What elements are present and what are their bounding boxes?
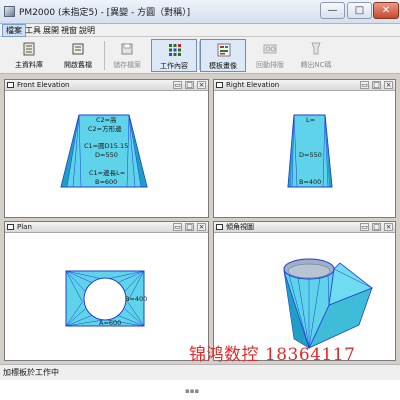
- minimize-button[interactable]: —: [320, 2, 345, 19]
- main-database-label: 主資料庫: [15, 61, 43, 69]
- save-icon: [121, 43, 133, 55]
- front-label-top: C2=高: [96, 115, 117, 124]
- save-file-button[interactable]: 儲存檔案: [104, 39, 150, 72]
- front-elevation-titlebar: Front Elevation ▭ □ ×: [5, 80, 208, 91]
- right-label-bottom: B=400: [299, 178, 321, 186]
- right-elevation-drawing: L= D=550 B=400: [287, 114, 333, 188]
- menu-help[interactable]: 說明: [76, 24, 98, 37]
- open-file-button[interactable]: 開啟舊檔: [55, 39, 101, 72]
- template-icon: [217, 43, 231, 57]
- nc-export-icon: [311, 42, 321, 55]
- view-window-icon: [7, 82, 14, 88]
- plan-drawing: B=400 A=600: [65, 270, 147, 327]
- child-close-button[interactable]: ×: [197, 81, 206, 89]
- iso-view-shape: [283, 258, 373, 350]
- nc-export-label: 轉出NC碼: [300, 61, 332, 69]
- status-bar: 加標板於工作中: [0, 364, 400, 380]
- plan-window[interactable]: Plan ▭ □ × B=400 A=600: [4, 221, 209, 361]
- right-elevation-title: Right Elevation: [226, 81, 280, 89]
- window-title: PM2000 (未指定5) - [異變 - 方圓（對稱）]: [19, 8, 191, 18]
- view-window-icon: [216, 82, 223, 88]
- template-button[interactable]: 模板畫像: [200, 39, 246, 72]
- child-maximize-button[interactable]: □: [372, 223, 381, 231]
- title-bar: PM2000 (未指定5) - [異變 - 方圓（對稱）] — □ ✕: [0, 0, 400, 24]
- template-label: 模板畫像: [209, 62, 237, 70]
- right-label-mid: D=550: [299, 151, 322, 159]
- bottom-area: [0, 380, 400, 400]
- status-text: 加標板於工作中: [3, 368, 59, 377]
- app-icon: [4, 6, 15, 17]
- child-minimize-button[interactable]: ▭: [173, 223, 182, 231]
- iso-view-title: 傾角視圖: [226, 223, 254, 231]
- plan-label-right: B=400: [125, 295, 147, 303]
- save-file-label: 儲存檔案: [113, 61, 141, 69]
- front-label-mid1: C1=圓D15.15: [84, 142, 128, 150]
- view-window-icon: [216, 224, 223, 230]
- child-maximize-button[interactable]: □: [185, 81, 194, 89]
- app-window: PM2000 (未指定5) - [異變 - 方圓（對稱）] — □ ✕ 檔案 工…: [0, 0, 400, 400]
- plan-title: Plan: [17, 223, 32, 231]
- child-close-button[interactable]: ×: [384, 81, 393, 89]
- nesting-icon: [263, 44, 277, 54]
- close-button[interactable]: ✕: [373, 2, 399, 19]
- work-content-icon: [169, 44, 181, 56]
- watermark-text: 锦鸿数控 18364117: [189, 345, 356, 365]
- nc-export-button[interactable]: 轉出NC碼: [293, 39, 339, 72]
- plan-titlebar: Plan ▭ □ ×: [5, 222, 208, 233]
- child-minimize-button[interactable]: ▭: [360, 223, 369, 231]
- child-maximize-button[interactable]: □: [185, 223, 194, 231]
- open-file-icon: [72, 43, 84, 55]
- front-elevation-title: Front Elevation: [17, 81, 70, 89]
- work-content-button[interactable]: 工作內容: [151, 39, 197, 72]
- database-icon: [23, 42, 35, 56]
- view-window-icon: [7, 224, 14, 230]
- front-elevation-window[interactable]: Front Elevation ▭ □ × C2=高 C2=方形邊 C1=圓D1…: [4, 79, 209, 218]
- child-close-button[interactable]: ×: [197, 223, 206, 231]
- maximize-button[interactable]: □: [347, 2, 372, 19]
- front-label-mid2: D=550: [95, 151, 118, 159]
- child-minimize-button[interactable]: ▭: [360, 81, 369, 89]
- child-minimize-button[interactable]: ▭: [173, 81, 182, 89]
- toolbar: 主資料庫 開啟舊檔 儲存檔案 工作內容 模板畫像 回動排版 轉出NC碼: [0, 37, 400, 74]
- front-label-top-name: C2=方形邊: [88, 124, 122, 133]
- right-elevation-titlebar: Right Elevation ▭ □ ×: [214, 80, 395, 91]
- right-elevation-window[interactable]: Right Elevation ▭ □ × L= D=550 B=400: [213, 79, 396, 218]
- child-maximize-button[interactable]: □: [372, 81, 381, 89]
- child-close-button[interactable]: ×: [384, 223, 393, 231]
- work-content-label: 工作內容: [160, 62, 188, 70]
- nesting-label: 回動排版: [256, 61, 284, 69]
- plan-label-bottom: A=600: [99, 319, 121, 327]
- open-file-label: 開啟舊檔: [64, 61, 92, 69]
- front-label-bottom2: B=600: [95, 178, 117, 186]
- right-label-top: L=: [306, 116, 315, 124]
- main-database-button[interactable]: 主資料庫: [6, 39, 52, 72]
- front-label-bottom1: C1=邊長L=: [89, 168, 125, 177]
- menu-bar: 檔案 工具 展開 視窗 說明: [0, 24, 400, 37]
- nesting-button[interactable]: 回動排版: [247, 39, 293, 72]
- resize-grip-icon[interactable]: ▪▪▪: [185, 387, 199, 395]
- front-elevation-drawing: C2=高 C2=方形邊 C1=圓D15.15 D=550 C1=邊長L= B=6…: [60, 114, 148, 188]
- iso-view-titlebar: 傾角視圖 ▭ □ ×: [214, 222, 395, 233]
